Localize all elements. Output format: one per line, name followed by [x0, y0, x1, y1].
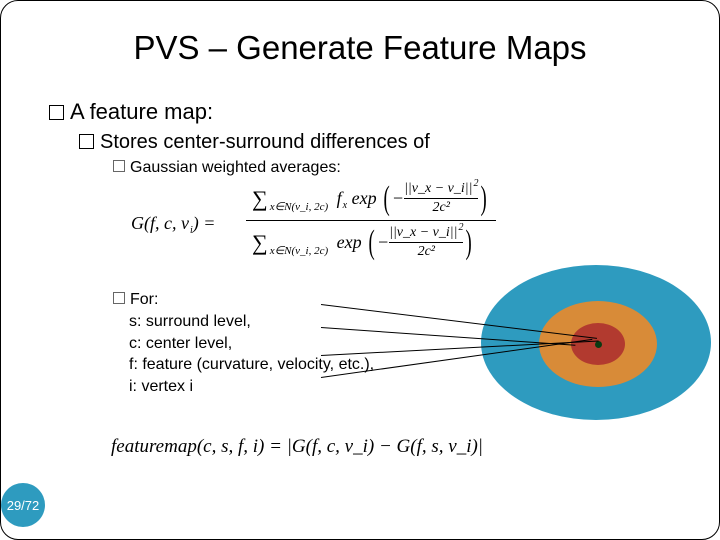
formula-fraction: ∑ x∈N(v_i, 2c) fx exp ( − ||v_x − v_i||2…	[246, 181, 496, 260]
neg: −	[377, 232, 389, 253]
square-bullet-icon	[49, 105, 64, 120]
bullet-level1: A feature map:	[49, 99, 213, 125]
bullet-level3: Gaussian weighted averages:	[113, 159, 341, 177]
sum-subscript: x∈N(v_i, 2c)	[270, 200, 328, 213]
sigma-icon: ∑	[252, 236, 268, 249]
square-bullet-icon	[113, 292, 125, 304]
bullet-text: For:	[130, 291, 158, 308]
page-number-badge: 29/72	[1, 483, 45, 527]
formula-numerator: ∑ x∈N(v_i, 2c) fx exp ( − ||v_x − v_i||2…	[246, 181, 496, 218]
page-title: PVS – Generate Feature Maps	[1, 29, 719, 67]
bullet-text: Gaussian weighted averages:	[130, 159, 341, 176]
square-bullet-icon	[113, 160, 125, 172]
fraction-bar	[246, 220, 496, 221]
bullet-text: Stores center-surround differences of	[100, 131, 430, 153]
formula-denominator: ∑ x∈N(v_i, 2c) exp ( − ||v_x − v_i||2 2c…	[246, 223, 481, 260]
sigma-icon: ∑	[252, 192, 268, 205]
sum-subscript: x∈N(v_i, 2c)	[270, 244, 328, 257]
concentric-diagram	[451, 259, 711, 429]
formula-featuremap: featuremap(c, s, f, i) = |G(f, c, v_i) −…	[111, 436, 483, 458]
paren-group: ( − ||v_x − v_i||2 2c² )	[381, 181, 490, 216]
def-c: c: center level,	[129, 333, 374, 355]
den-factor: exp	[332, 232, 361, 253]
bullet-level3-for: For:	[113, 291, 158, 309]
vertex-dot	[595, 341, 602, 348]
bullet-text: A feature map:	[70, 99, 213, 124]
def-i: i: vertex i	[129, 376, 374, 398]
formula-lhs: G(f, c, vi) =	[131, 213, 215, 234]
bullet-level2: Stores center-surround differences of	[79, 131, 430, 154]
neg: −	[392, 188, 404, 209]
def-f: f: feature (curvature, velocity, etc.),	[129, 354, 374, 376]
square-bullet-icon	[79, 134, 94, 149]
slide: PVS – Generate Feature Maps A feature ma…	[0, 0, 720, 540]
paren-group: ( − ||v_x − v_i||2 2c² )	[366, 225, 475, 260]
inner-fraction: ||v_x − v_i||2 2c²	[404, 181, 478, 216]
inner-fraction: ||v_x − v_i||2 2c²	[389, 225, 463, 260]
num-factor: fx exp	[332, 188, 376, 209]
